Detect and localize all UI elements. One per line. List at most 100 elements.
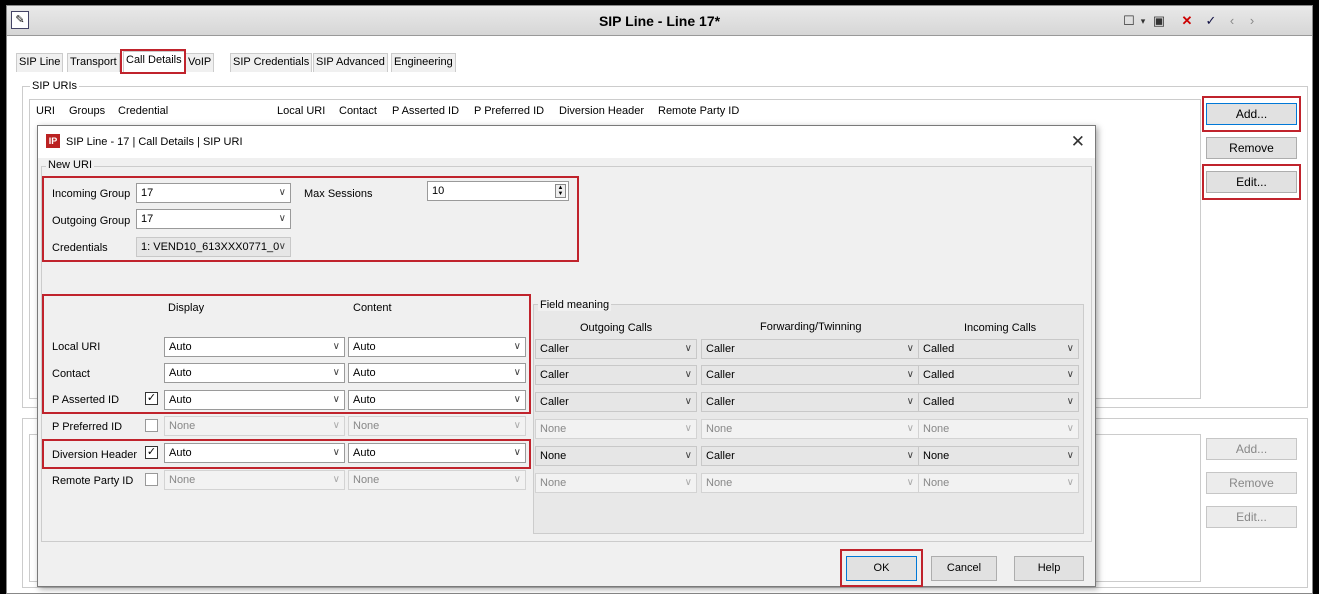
chevron-down-icon: ∨: [1066, 423, 1074, 434]
select-value: Called: [923, 343, 955, 355]
remote-party-id-display-select[interactable]: None ∨: [164, 470, 345, 490]
col-contact[interactable]: Contact: [339, 105, 377, 117]
tab-voip[interactable]: VoIP: [185, 53, 215, 72]
dropdown-icon[interactable]: ▾: [1138, 11, 1148, 31]
chevron-down-icon: ∨: [684, 423, 692, 434]
p-preferred-id-forwarding-select[interactable]: None ∨: [701, 419, 919, 439]
select-value: Caller: [706, 343, 735, 355]
select-value: Called: [923, 369, 955, 381]
chevron-down-icon: ∨: [906, 369, 914, 380]
p-asserted-id-outgoing-select[interactable]: Caller ∨: [535, 392, 697, 412]
remote-party-id-label: Remote Party ID: [52, 475, 134, 487]
chevron-down-icon: ∨: [513, 420, 521, 431]
select-value: None: [923, 477, 950, 489]
chevron-down-icon: ∨: [1066, 477, 1074, 488]
remove-uri-button[interactable]: Remove: [1206, 137, 1297, 159]
tab-engineering[interactable]: Engineering: [391, 53, 456, 72]
ok-highlight: [840, 549, 923, 587]
edit-lower-button[interactable]: Edit...: [1206, 506, 1297, 528]
chevron-down-icon: ∨: [906, 396, 914, 407]
add-highlight: [1202, 96, 1301, 132]
select-value: None: [540, 477, 567, 489]
close-icon[interactable]: ✕: [1179, 11, 1195, 31]
cancel-button[interactable]: Cancel: [931, 556, 997, 581]
select-value: None: [706, 477, 733, 489]
select-value: Caller: [540, 396, 569, 408]
diversion-header-outgoing-select[interactable]: None ∨: [535, 446, 697, 466]
tab-sip-advanced[interactable]: SIP Advanced: [313, 53, 388, 72]
col-local-uri[interactable]: Local URI: [277, 105, 325, 117]
col-credential[interactable]: Credential: [118, 105, 168, 117]
dialog-title: SIP Line - 17 | Call Details | SIP URI: [66, 136, 243, 148]
chevron-down-icon: ∨: [906, 450, 914, 461]
new-icon[interactable]: ☐: [1121, 11, 1137, 31]
select-value: Caller: [706, 450, 735, 462]
contact-outgoing-select[interactable]: Caller ∨: [535, 365, 697, 385]
p-preferred-id-display-select[interactable]: None ∨: [164, 416, 345, 436]
sip-uris-legend: SIP URIs: [30, 80, 80, 92]
select-value: None: [169, 420, 196, 432]
add-lower-button[interactable]: Add...: [1206, 438, 1297, 460]
edit-highlight: [1202, 164, 1301, 200]
select-value: None: [923, 450, 950, 462]
select-value: Caller: [540, 369, 569, 381]
remove-lower-button[interactable]: Remove: [1206, 472, 1297, 494]
contact-incoming-select[interactable]: Called ∨: [918, 365, 1079, 385]
save-icon[interactable]: ▣: [1151, 11, 1167, 31]
select-value: Called: [923, 396, 955, 408]
local-uri-outgoing-select[interactable]: Caller ∨: [535, 339, 697, 359]
p-asserted-id-forwarding-select[interactable]: Caller ∨: [701, 392, 919, 412]
remote-party-id-forwarding-select[interactable]: None ∨: [701, 473, 919, 493]
tab-sip-credentials[interactable]: SIP Credentials: [230, 53, 313, 72]
col-p-preferred-id[interactable]: P Preferred ID: [474, 105, 544, 117]
diversion-header-incoming-select[interactable]: None ∨: [918, 446, 1079, 466]
chevron-down-icon: ∨: [332, 420, 340, 431]
chevron-down-icon: ∨: [684, 369, 692, 380]
p-preferred-id-outgoing-select[interactable]: None ∨: [535, 419, 697, 439]
field-meaning-legend: Field meaning: [538, 299, 612, 311]
col-groups[interactable]: Groups: [69, 105, 105, 117]
chevron-down-icon: ∨: [906, 343, 914, 354]
tab-transport[interactable]: Transport: [67, 53, 120, 72]
p-preferred-id-checkbox[interactable]: [145, 419, 158, 432]
forwarding-header: Forwarding/Twinning: [760, 321, 862, 333]
chevron-down-icon: ∨: [1066, 396, 1074, 407]
remote-party-id-outgoing-select[interactable]: None ∨: [535, 473, 697, 493]
chevron-down-icon: ∨: [1066, 450, 1074, 461]
remote-party-id-content-select[interactable]: None ∨: [348, 470, 526, 490]
sip-uri-dialog: IP SIP Line - 17 | Call Details | SIP UR…: [37, 125, 1096, 587]
select-value: Caller: [706, 396, 735, 408]
title-bar: ✎ SIP Line - Line 17* ☐ ▾ ▣ ✕ ✓ ‹ ›: [7, 6, 1312, 36]
remote-party-id-incoming-select[interactable]: None ∨: [918, 473, 1079, 493]
chevron-down-icon: ∨: [684, 450, 692, 461]
dialog-close-icon[interactable]: ✕: [1071, 132, 1085, 152]
select-value: None: [353, 474, 380, 486]
p-preferred-id-content-select[interactable]: None ∨: [348, 416, 526, 436]
col-p-asserted-id[interactable]: P Asserted ID: [392, 105, 459, 117]
check-icon[interactable]: ✓: [1203, 11, 1219, 31]
col-remote-party-id[interactable]: Remote Party ID: [658, 105, 739, 117]
prev-icon[interactable]: ‹: [1226, 11, 1238, 31]
local-uri-forwarding-select[interactable]: Caller ∨: [701, 339, 919, 359]
select-value: None: [353, 420, 380, 432]
chevron-down-icon: ∨: [332, 474, 340, 485]
col-uri[interactable]: URI: [36, 105, 55, 117]
help-button[interactable]: Help: [1014, 556, 1084, 581]
dialog-title-bar: IP SIP Line - 17 | Call Details | SIP UR…: [38, 126, 1095, 158]
chevron-down-icon: ∨: [684, 343, 692, 354]
select-value: None: [706, 423, 733, 435]
chevron-down-icon: ∨: [906, 423, 914, 434]
next-icon[interactable]: ›: [1246, 11, 1258, 31]
tab-sip-line[interactable]: SIP Line: [16, 53, 64, 72]
diversion-header-forwarding-select[interactable]: Caller ∨: [701, 446, 919, 466]
incoming-calls-header: Incoming Calls: [964, 322, 1037, 334]
dialog-app-icon: IP: [46, 134, 60, 148]
p-preferred-id-label: P Preferred ID: [52, 421, 123, 433]
local-uri-incoming-select[interactable]: Called ∨: [918, 339, 1079, 359]
remote-party-id-checkbox[interactable]: [145, 473, 158, 486]
contact-forwarding-select[interactable]: Caller ∨: [701, 365, 919, 385]
p-preferred-id-incoming-select[interactable]: None ∨: [918, 419, 1079, 439]
p-asserted-id-incoming-select[interactable]: Called ∨: [918, 392, 1079, 412]
col-diversion-header[interactable]: Diversion Header: [559, 105, 644, 117]
window-title: SIP Line - Line 17*: [598, 13, 721, 29]
